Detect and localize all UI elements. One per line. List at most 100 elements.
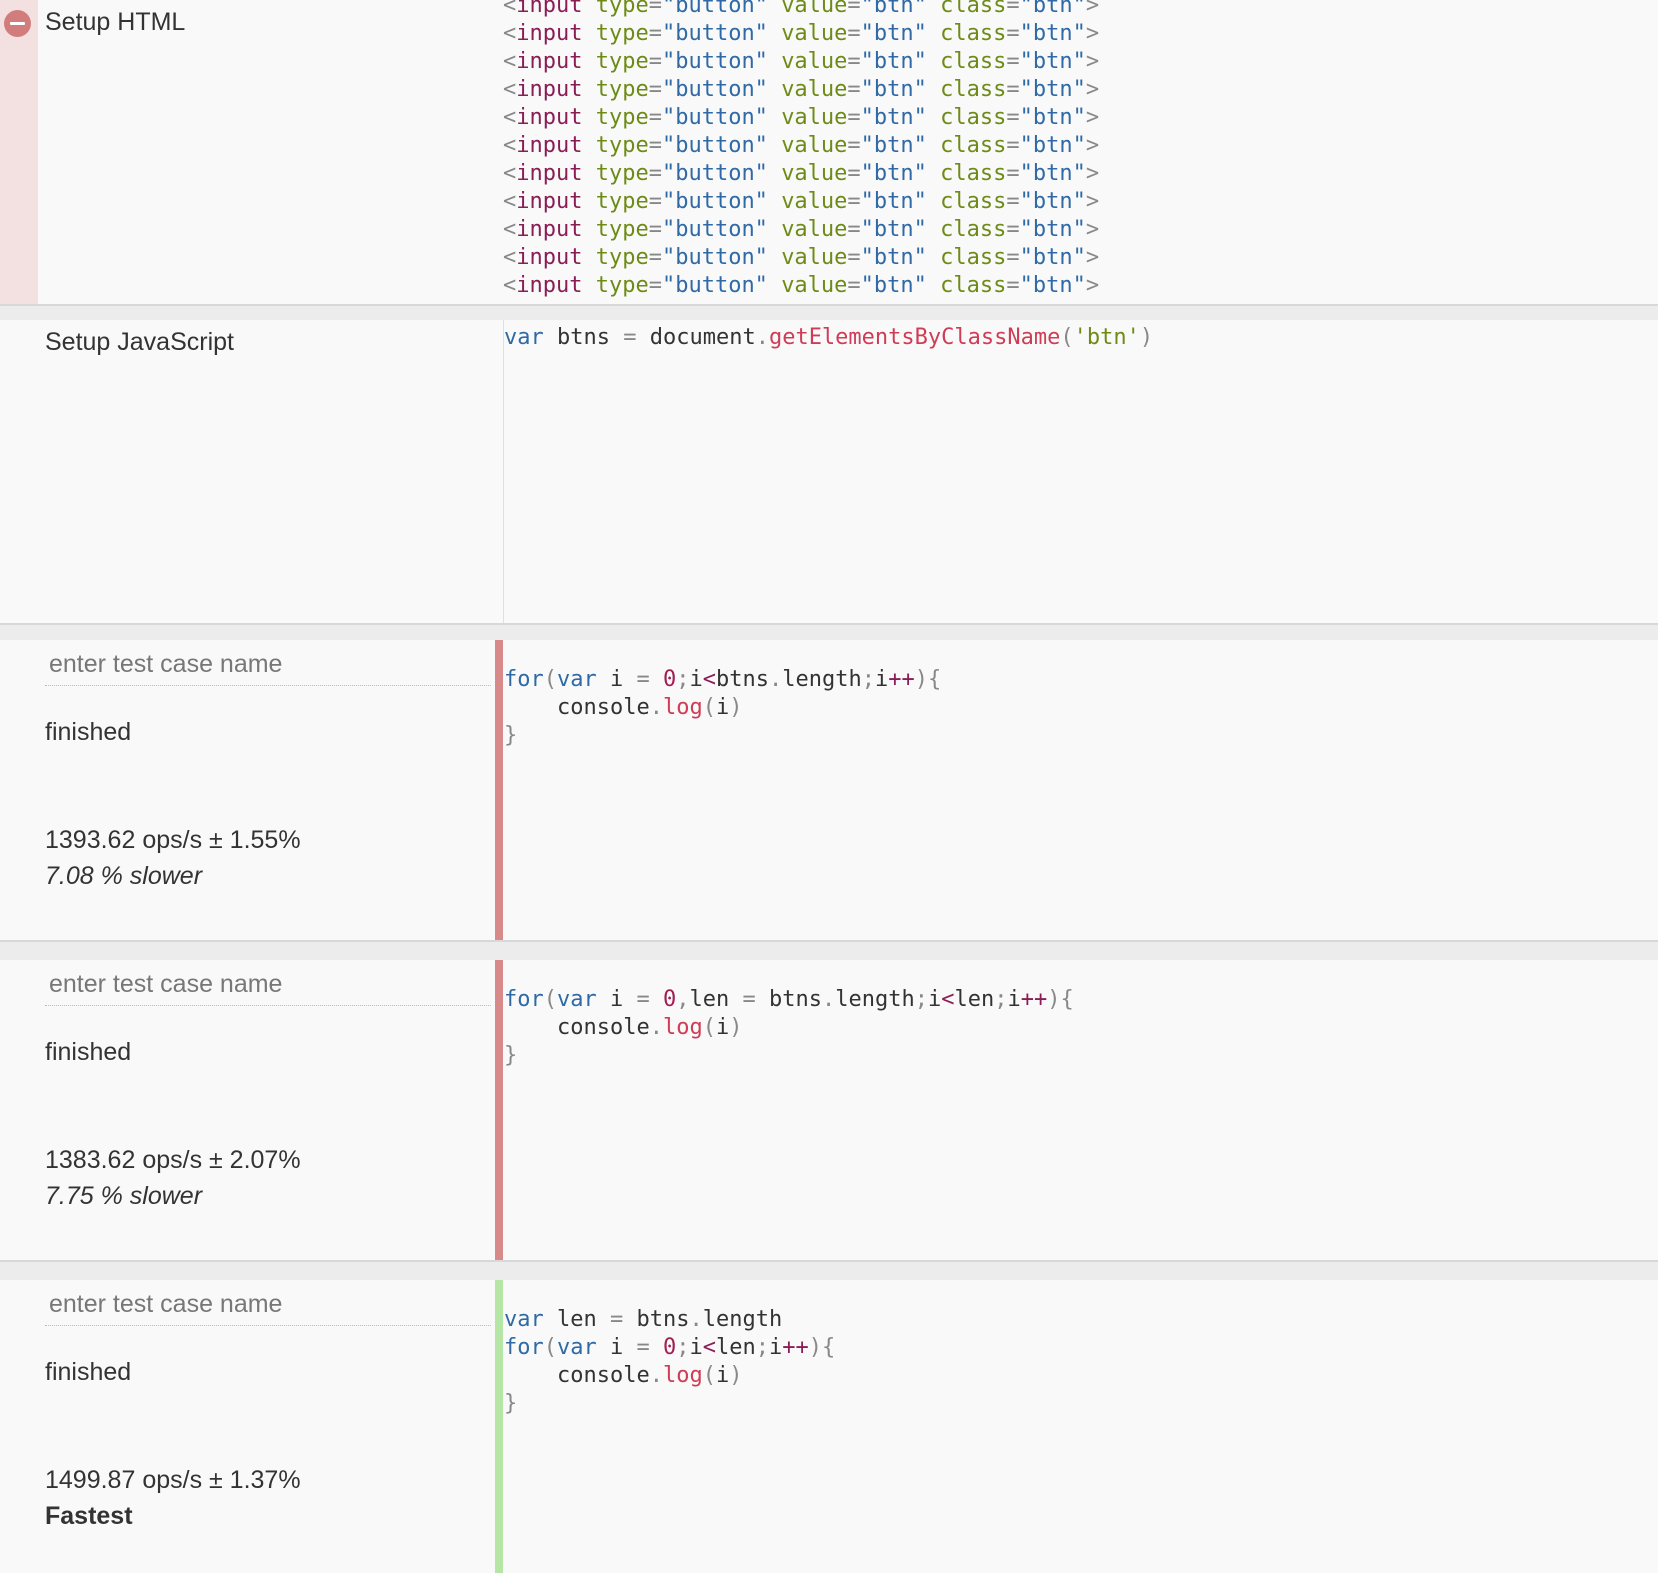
test-case-code-editor[interactable]: var len = btns.length for(var i = 0;i<le…: [504, 1306, 1658, 1573]
code-token: input: [516, 0, 583, 18]
code-token: >: [1085, 217, 1100, 242]
code-token: <: [503, 217, 517, 242]
code-token: {: [822, 1335, 836, 1360]
test-case-code-editor[interactable]: for(var i = 0;i<btns.length;i++){ consol…: [504, 666, 1658, 940]
code-token: =: [1006, 49, 1020, 74]
code-token: input: [516, 189, 583, 214]
test-case-result-bar: [495, 640, 503, 940]
code-token: class: [940, 133, 1007, 158]
code-token: len: [557, 1307, 597, 1332]
minus-circle-icon[interactable]: [4, 10, 31, 37]
code-token: i: [715, 695, 730, 720]
code-token: (: [702, 1363, 716, 1388]
code-token: =: [1006, 0, 1020, 18]
code-token: =: [648, 273, 662, 298]
code-token: ,: [676, 987, 690, 1012]
code-token: i: [927, 987, 942, 1012]
code-token: type: [595, 77, 649, 102]
code-token: "button": [661, 0, 768, 18]
code-token: =: [847, 161, 861, 186]
code-token: =: [648, 245, 662, 270]
code-token: class: [940, 105, 1007, 130]
test-case-status: finished: [45, 1358, 132, 1386]
code-token: input: [516, 161, 583, 186]
code-token: type: [595, 217, 649, 242]
code-token: i: [610, 1335, 624, 1360]
code-token: value: [781, 105, 848, 130]
code-token: input: [516, 273, 583, 298]
code-token: =: [636, 1335, 650, 1360]
code-token: i: [715, 1363, 730, 1388]
code-token: ;: [914, 987, 928, 1012]
code-token: =: [648, 189, 662, 214]
code-token: >: [1085, 21, 1100, 46]
test-case-name-input[interactable]: [45, 644, 491, 686]
code-token: "button": [661, 217, 768, 242]
code-token: for: [504, 987, 544, 1012]
code-token: <: [503, 161, 517, 186]
code-token: value: [781, 133, 848, 158]
test-case-name-input[interactable]: [45, 964, 491, 1006]
code-token: }: [504, 1043, 518, 1068]
code-token: "button": [661, 133, 768, 158]
setup-js-section: Setup JavaScript var btns = document.get…: [0, 320, 1658, 625]
code-token: type: [595, 133, 649, 158]
code-token: "btn": [860, 133, 927, 158]
code-token: "btn": [860, 217, 927, 242]
code-token: for: [504, 1335, 544, 1360]
code-token: "button": [661, 161, 768, 186]
code-token: type: [595, 21, 649, 46]
code-token: >: [1085, 105, 1100, 130]
code-token: =: [1006, 105, 1020, 130]
code-token: "btn": [1019, 77, 1086, 102]
code-token: "btn": [1019, 245, 1086, 270]
code-token: (: [543, 1335, 557, 1360]
code-token: class: [940, 217, 1007, 242]
code-token: =: [636, 987, 650, 1012]
code-token: =: [1006, 21, 1020, 46]
test-case-code-editor[interactable]: for(var i = 0,len = btns.length;i<len;i+…: [504, 986, 1658, 1260]
code-token: "btn": [1019, 161, 1086, 186]
test-case-name-input[interactable]: [45, 1284, 491, 1326]
code-token: =: [847, 77, 861, 102]
code-token: <: [503, 273, 517, 298]
test-case-status: finished: [45, 1038, 132, 1066]
code-token: =: [847, 273, 861, 298]
test-case-ops: 1393.62 ops/s ± 1.55%: [45, 826, 301, 854]
setup-html-code-editor[interactable]: <input type="button" value="btn" class="…: [503, 0, 1658, 304]
test-case-ops: 1499.87 ops/s ± 1.37%: [45, 1466, 301, 1494]
code-token: =: [1006, 245, 1020, 270]
code-token: var: [557, 1335, 597, 1360]
code-token: (: [543, 667, 557, 692]
test-case: finished 1393.62 ops/s ± 1.55% 7.08 % sl…: [0, 640, 1658, 942]
code-token: .: [768, 667, 783, 692]
code-token: type: [595, 245, 649, 270]
test-case-ops: 1383.62 ops/s ± 2.07%: [45, 1146, 301, 1174]
code-token: "button": [661, 245, 768, 270]
code-token: "btn": [1019, 217, 1086, 242]
code-token: <: [503, 77, 517, 102]
code-token: <: [503, 49, 517, 74]
setup-html-stripe: [0, 0, 38, 304]
code-token: =: [610, 1307, 624, 1332]
setup-html-section: Setup HTML <input type="button" value="b…: [0, 0, 1658, 306]
code-token: "btn": [1019, 133, 1086, 158]
setup-js-code-editor[interactable]: var btns = document.getElementsByClassNa…: [504, 324, 1658, 623]
code-token: =: [648, 77, 662, 102]
code-token: ;: [755, 1335, 769, 1360]
code-token: "btn": [860, 77, 927, 102]
code-token: =: [648, 0, 662, 18]
code-token: =: [1006, 77, 1020, 102]
code-token: >: [1085, 133, 1100, 158]
code-token: ): [729, 1363, 743, 1388]
code-token: i: [874, 667, 889, 692]
code-token: >: [1085, 77, 1100, 102]
code-token: }: [504, 723, 518, 748]
test-case-relative: Fastest: [45, 1502, 133, 1530]
code-token: log: [662, 1363, 703, 1388]
code-token: type: [595, 105, 649, 130]
code-token: "button": [661, 189, 768, 214]
code-token: (: [1060, 325, 1074, 350]
code-token: =: [847, 217, 861, 242]
code-token: btns: [716, 667, 769, 692]
